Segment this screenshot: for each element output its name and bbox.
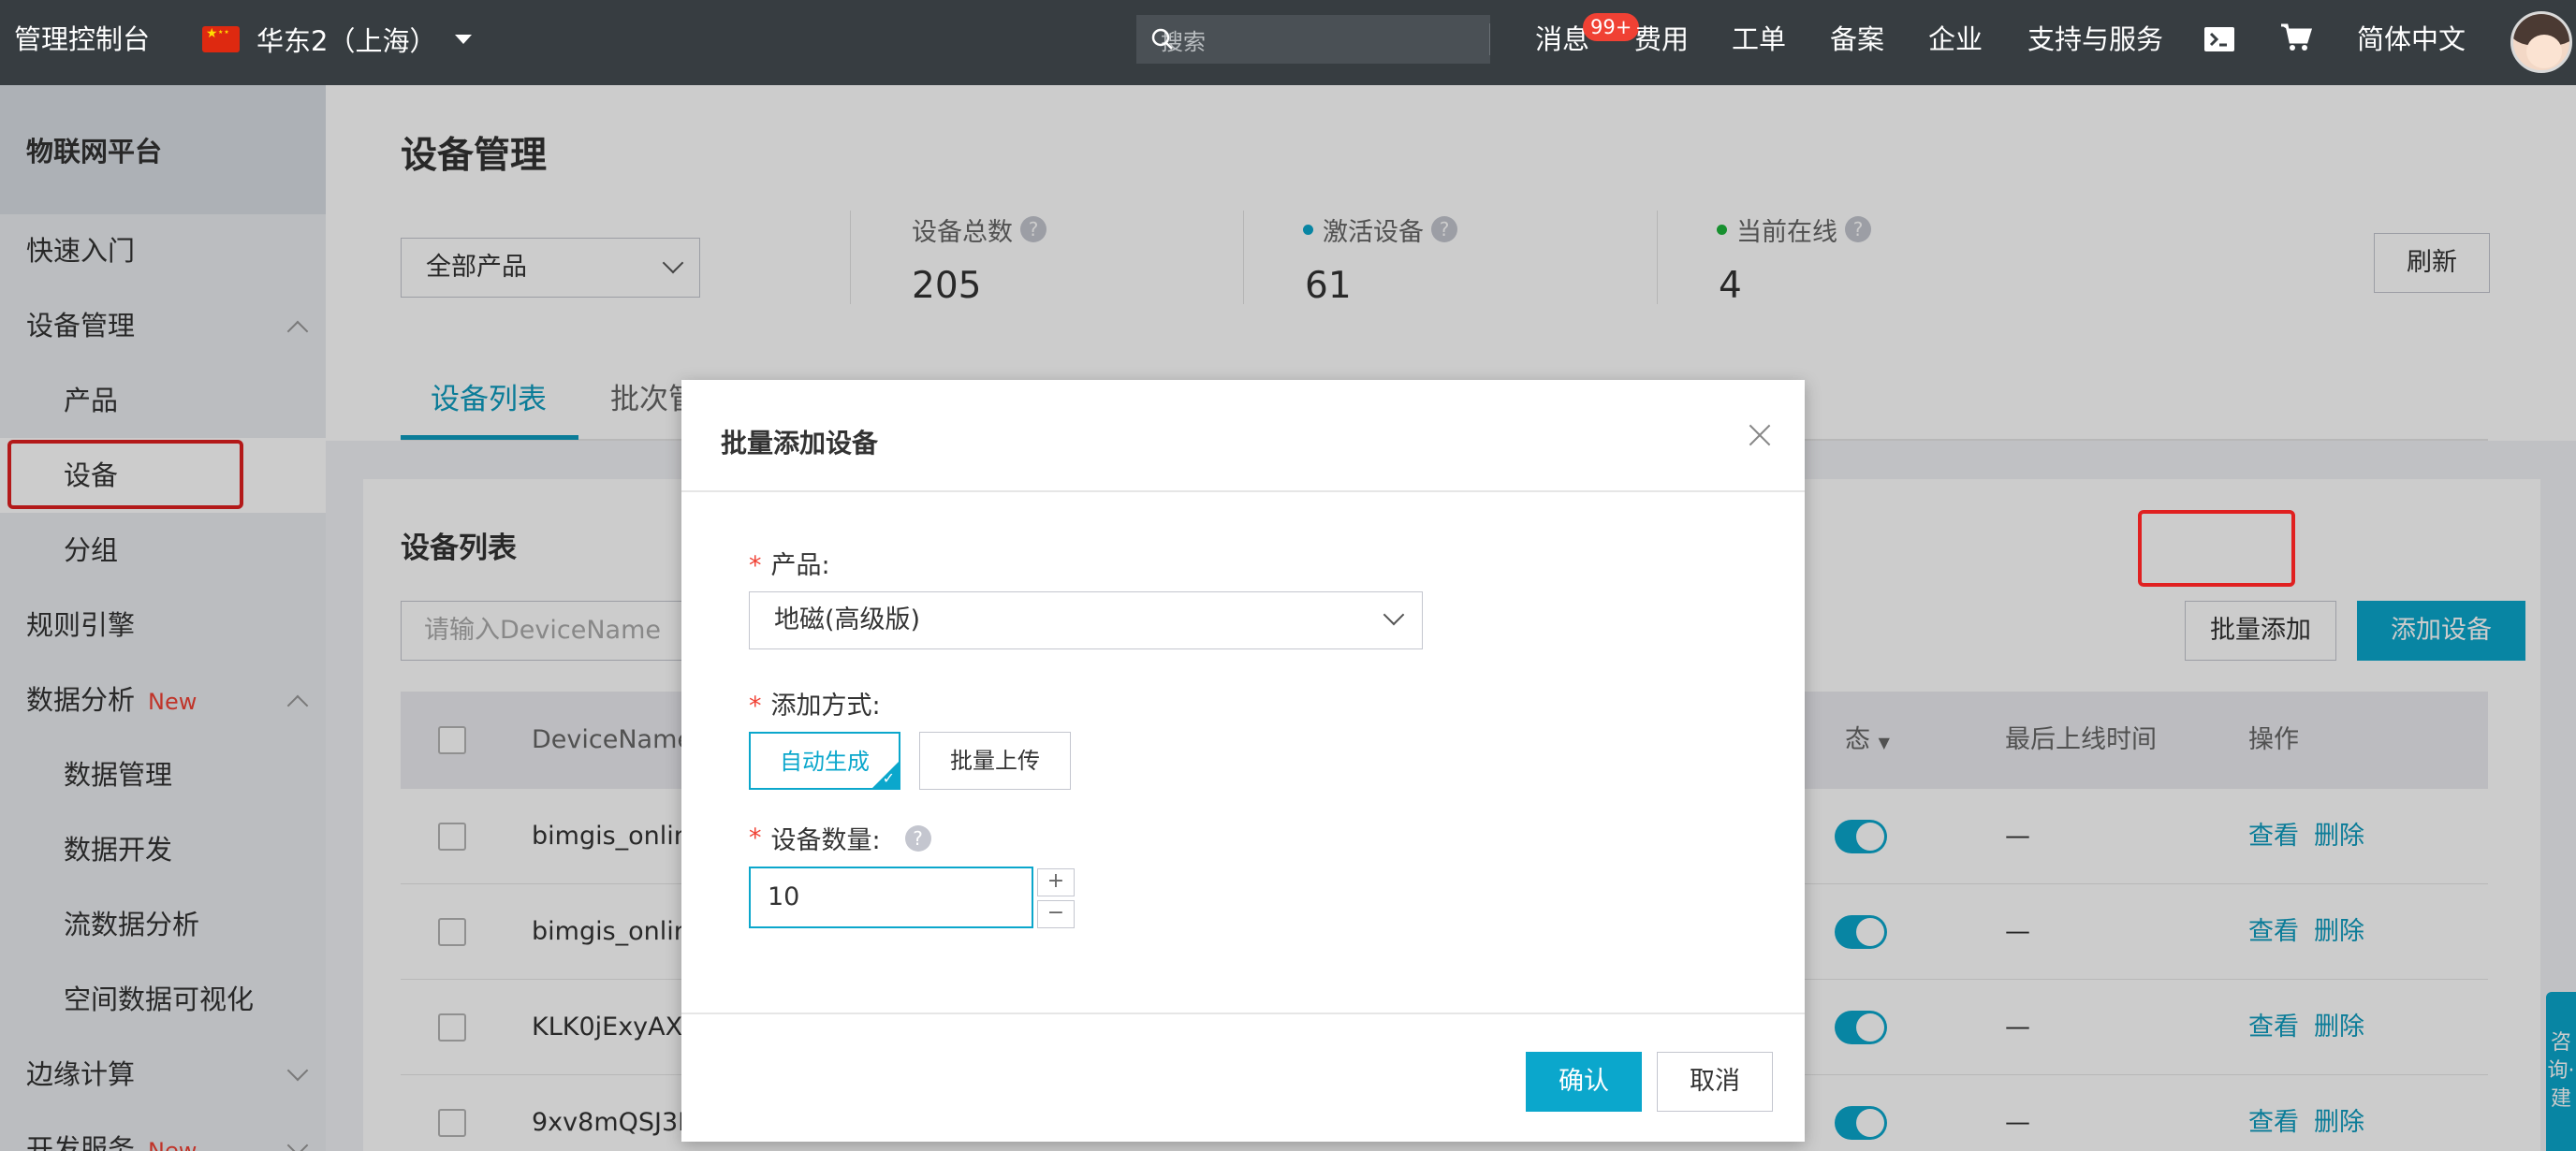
language-switcher[interactable]: 简体中文 (2357, 21, 2466, 58)
device-count-input[interactable]: 10 (749, 867, 1033, 928)
console-home-link[interactable]: 管理控制台 (14, 21, 150, 58)
increment-button[interactable]: + (1037, 868, 1075, 896)
label-text: 添加方式: (770, 692, 881, 721)
label-text: 设备数量: (770, 826, 881, 855)
product-field-label: * 产品: (749, 545, 830, 581)
nav-tickets[interactable]: 工单 (1732, 21, 1786, 58)
mode-field-label: * 添加方式: (749, 685, 881, 721)
mode-label: 自动生成 (780, 749, 870, 775)
search-button[interactable] (1136, 15, 1189, 64)
nav-support[interactable]: 支持与服务 (2027, 21, 2163, 58)
mode-batch-upload[interactable]: 批量上传 (919, 732, 1071, 790)
decrement-button[interactable]: − (1037, 900, 1075, 928)
region-selector[interactable]: 华东2（上海） (202, 21, 473, 58)
product-select[interactable]: 地磁(高级版) (749, 591, 1423, 649)
region-label: 华东2（上海） (256, 25, 437, 57)
nav-billing[interactable]: 费用 (1634, 21, 1689, 58)
cancel-button[interactable]: 取消 (1657, 1052, 1773, 1112)
label-text: 产品: (770, 551, 830, 580)
required-mark: * (749, 551, 762, 580)
check-icon: ✓ (882, 769, 895, 787)
highlight-box-batch-add (2138, 510, 2295, 587)
dialog-footer-divider (681, 1013, 1805, 1014)
search-icon (1151, 28, 1173, 50)
messages-badge: 99+ (1583, 13, 1640, 41)
chevron-down-icon (1383, 604, 1405, 626)
cart-icon[interactable] (2280, 22, 2313, 62)
dialog-header-divider (681, 490, 1805, 492)
user-avatar[interactable] (2510, 11, 2572, 73)
product-select-value: 地磁(高级版) (774, 605, 921, 634)
required-mark: * (749, 823, 762, 852)
count-field-label: * 设备数量:? (749, 820, 931, 856)
batch-add-dialog: 批量添加设备 * 产品: 地磁(高级版) * 添加方式: 自动生成 ✓ 批量上传 *… (681, 380, 1805, 1142)
mode-auto-generate[interactable]: 自动生成 ✓ (749, 732, 900, 790)
global-search[interactable]: 搜索 (1136, 15, 1490, 64)
help-icon[interactable]: ? (904, 824, 931, 852)
nav-messages[interactable]: 消息 (1535, 21, 1589, 58)
nav-enterprise[interactable]: 企业 (1928, 21, 1983, 58)
terminal-icon[interactable] (2203, 24, 2235, 62)
confirm-button[interactable]: 确认 (1526, 1052, 1642, 1112)
avatar-face (2526, 35, 2562, 68)
nav-icp[interactable]: 备案 (1830, 21, 1884, 58)
dialog-title: 批量添加设备 (721, 428, 879, 459)
top-nav-bar: 管理控制台 华东2（上海） 搜索 消息 99+ 费用 工单 备案 企业 支持与服… (0, 0, 2576, 85)
china-flag-icon (202, 26, 240, 52)
caret-down-icon (455, 35, 473, 44)
close-icon[interactable] (1741, 417, 1778, 455)
search-divider (1489, 23, 1490, 55)
search-input[interactable]: 搜索 (1136, 23, 1489, 56)
required-mark: * (749, 692, 762, 721)
